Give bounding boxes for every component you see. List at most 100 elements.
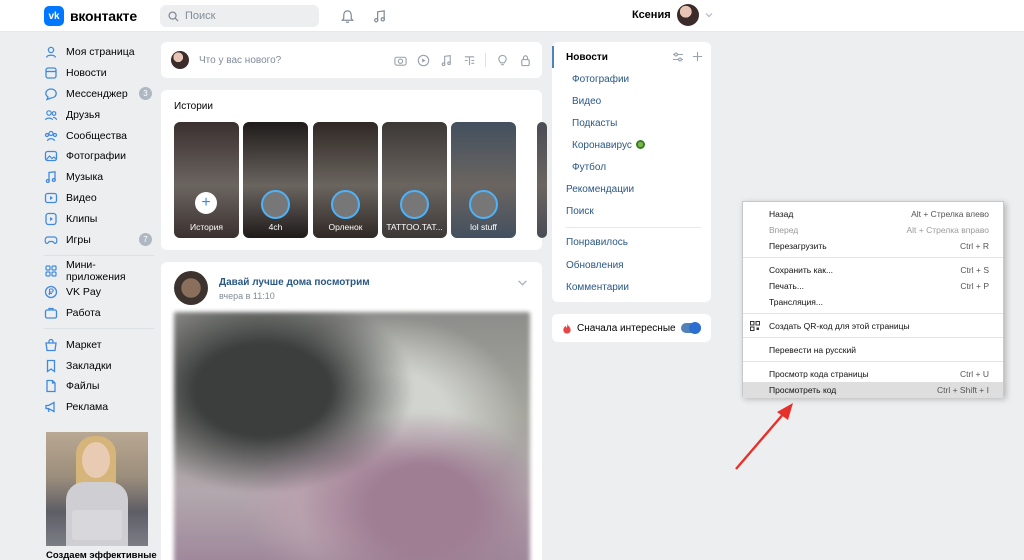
sidebar-item-communities[interactable]: Сообщества [44, 125, 154, 146]
post-time[interactable]: вчера в 11:10 [219, 291, 275, 301]
context-menu-item[interactable]: Трансляция... [743, 294, 1003, 310]
sidebar-item-photo[interactable]: Фотографии [44, 146, 154, 167]
market-icon [44, 338, 58, 352]
stories-block: Истории + История 4ch Орленок TATTOO.TAT... l… [161, 90, 547, 250]
filter-news[interactable]: Новости [566, 52, 608, 63]
story-author-avatar [400, 190, 429, 219]
menu-item-label: Сохранить как... [769, 265, 834, 275]
friends-icon [44, 108, 58, 122]
sidebar-item-vkpay[interactable]: VK Pay [44, 282, 154, 303]
context-menu-item[interactable]: Перезагрузить Ctrl + R [743, 238, 1003, 254]
sidebar-item-games[interactable]: Игры 7 [44, 229, 154, 250]
settings-sliders-icon[interactable] [672, 51, 684, 63]
story-item[interactable]: 4ch [243, 122, 308, 238]
vk-logo[interactable]: vk вконтакте [44, 6, 137, 26]
filter-coronavirus[interactable]: Коронавирус [572, 140, 645, 151]
filter-video[interactable]: Видео [572, 96, 601, 107]
filter-comments[interactable]: Комментарии [566, 282, 629, 293]
sidebar-item-label: Музыка [66, 171, 104, 184]
annotation-arrow [735, 403, 793, 470]
sidebar-item-video[interactable]: Видео [44, 188, 154, 209]
post-author[interactable]: Давай лучше дома посмотрим [219, 277, 370, 288]
qr-code-icon [750, 321, 760, 331]
lock-icon[interactable] [518, 53, 532, 67]
context-menu-item[interactable]: Просмотреть код Ctrl + Shift + I [743, 382, 1003, 398]
story-item[interactable]: + История [174, 122, 239, 238]
bell-icon[interactable] [338, 7, 356, 25]
context-menu-item[interactable]: Сохранить как... Ctrl + S [743, 262, 1003, 278]
apps-icon [44, 264, 58, 278]
context-menu-item[interactable]: Печать... Ctrl + P [743, 278, 1003, 294]
music-icon[interactable] [439, 53, 453, 67]
music-note-icon[interactable] [370, 7, 388, 25]
video-icon [44, 191, 58, 205]
avatar [676, 4, 699, 26]
plus-icon[interactable]: + [195, 192, 217, 214]
sidebar-item-label: Закладки [66, 359, 112, 372]
filter-podcasts[interactable]: Подкасты [572, 118, 617, 129]
context-menu-item[interactable]: Просмотр кода страницы Ctrl + U [743, 366, 1003, 382]
context-menu-item[interactable]: Перевести на русский [743, 342, 1003, 358]
nav-divider [44, 254, 154, 256]
sidebar-item-clips[interactable]: Клипы [44, 208, 154, 229]
interesting-first-toggle-row[interactable]: Сначала интересные [552, 314, 711, 342]
post-composer[interactable]: Что у вас нового? [161, 42, 542, 78]
post-image[interactable] [174, 312, 530, 560]
filter-photos[interactable]: Фотографии [572, 74, 629, 85]
sidebar-item-files[interactable]: Файлы [44, 376, 154, 397]
vkpay-icon [44, 285, 58, 299]
clips-icon [44, 212, 58, 226]
sidebar-item-label: Моя страница [66, 46, 135, 59]
sidebar-item-label: Реклама [66, 401, 109, 414]
search-box[interactable] [160, 5, 319, 27]
story-item[interactable]: TATTOO.TAT... [382, 122, 447, 238]
promo-image[interactable] [46, 432, 148, 546]
sidebar-item-label: Друзья [66, 108, 101, 121]
chevron-down-icon[interactable] [517, 277, 528, 288]
video-icon[interactable] [416, 53, 430, 67]
context-menu-item[interactable]: Создать QR-код для этой страницы [743, 318, 1003, 334]
sidebar-item-label: Клипы [66, 212, 98, 225]
interesting-first-label: Сначала интересные [577, 322, 676, 334]
story-item[interactable]: lol stuff [451, 122, 516, 238]
sidebar-item-briefcase[interactable]: Работа [44, 303, 154, 324]
sidebar-item-news[interactable]: Новости [44, 63, 154, 84]
filter-search[interactable]: Поиск [566, 206, 594, 217]
logo-text: вконтакте [70, 8, 137, 24]
sidebar-item-label: Новости [66, 67, 107, 80]
context-menu-item[interactable]: Назад Alt + Стрелка влево [743, 206, 1003, 222]
promo-text[interactable]: Создаем эффективные [46, 550, 157, 560]
sidebar-item-label: VK Pay [66, 286, 102, 299]
sidebar-item-market[interactable]: Маркет [44, 334, 154, 355]
article-icon[interactable] [462, 53, 476, 67]
camera-icon[interactable] [393, 53, 407, 67]
filter-recommendations[interactable]: Рекомендации [566, 184, 634, 195]
sidebar-item-friends[interactable]: Друзья [44, 104, 154, 125]
sidebar-item-music[interactable]: Музыка [44, 167, 154, 188]
context-menu-item[interactable]: Вперед Alt + Стрелка вправо [743, 222, 1003, 238]
filter-liked[interactable]: Понравилось [566, 237, 628, 248]
community-avatar[interactable] [174, 271, 208, 305]
story-item[interactable]: Орленок [313, 122, 378, 238]
sidebar-item-user[interactable]: Моя страница [44, 42, 154, 63]
search-input[interactable] [185, 10, 305, 22]
sidebar-item-apps[interactable]: Мини-приложения [44, 259, 154, 283]
briefcase-icon [44, 306, 58, 320]
sidebar-item-label: Сообщества [66, 129, 127, 142]
filter-coronavirus-label: Коронавирус [572, 140, 632, 151]
communities-icon [44, 129, 58, 143]
menu-divider [743, 337, 1003, 338]
story-label: История [190, 222, 223, 232]
lightbulb-icon[interactable] [495, 53, 509, 67]
news-icon [44, 66, 58, 80]
sidebar-item-bookmark[interactable]: Закладки [44, 355, 154, 376]
composer-placeholder[interactable]: Что у вас нового? [199, 55, 393, 66]
story-item[interactable] [537, 122, 547, 238]
filter-updates[interactable]: Обновления [566, 260, 624, 271]
sidebar-item-ads[interactable]: Реклама [44, 397, 154, 418]
sidebar-item-chat[interactable]: Мессенджер 3 [44, 84, 154, 105]
filter-football[interactable]: Футбол [572, 162, 606, 173]
plus-icon[interactable] [692, 51, 703, 62]
interesting-first-switch[interactable] [681, 322, 701, 334]
user-menu[interactable]: Ксения [632, 4, 713, 26]
